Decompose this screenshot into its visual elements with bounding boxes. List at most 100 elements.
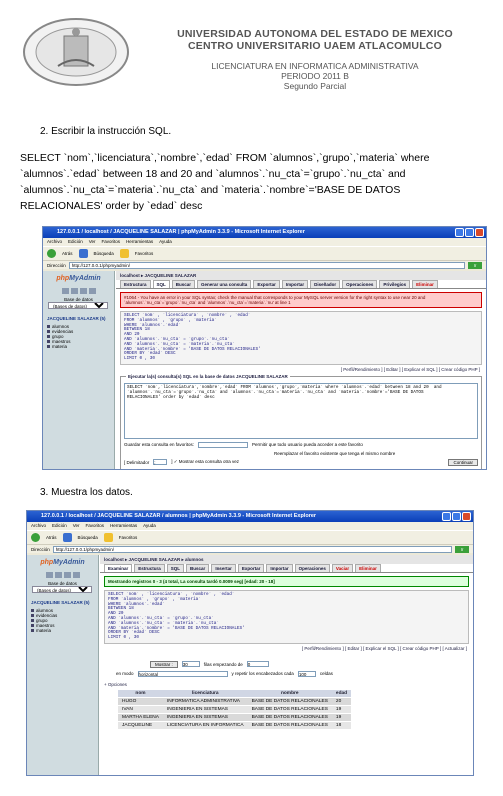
tab-privilegios[interactable]: Privilegios	[379, 280, 411, 288]
replace-checkbox[interactable]: Reemplazar el favorito existente que ten…	[274, 451, 395, 456]
back-icon[interactable]	[31, 533, 40, 542]
repeat-input[interactable]: 100	[297, 670, 316, 677]
mode-select[interactable]: horizontal	[137, 670, 228, 677]
window-title-bar: 127.0.0.1 / localhost / JACQUELINE SALAZ…	[43, 227, 486, 238]
home-icon[interactable]	[45, 572, 53, 578]
go-button[interactable]: Ir	[468, 261, 482, 269]
university-seal-logo	[23, 18, 129, 86]
column-header[interactable]: nombre	[247, 689, 332, 698]
tab-vaciar[interactable]: Vaciar	[331, 564, 354, 572]
tab-sql[interactable]: SQL	[152, 280, 170, 288]
search-icon[interactable]	[62, 533, 72, 542]
table-item[interactable]: materia	[31, 628, 98, 633]
menu-archivo[interactable]: Archivo	[31, 522, 46, 530]
tab-exportar[interactable]: Exportar	[237, 564, 265, 572]
search-icon[interactable]	[78, 249, 88, 258]
home-icon[interactable]	[61, 288, 69, 294]
cell: BASE DE DATOS RELACIONALES	[247, 696, 332, 706]
close-icon[interactable]	[462, 512, 471, 521]
menu-ayuda[interactable]: Ayuda	[159, 238, 172, 246]
favorites-icon[interactable]	[103, 533, 113, 542]
sql-textarea[interactable]: SELECT `nom`,`licenciatura`,`nombre`,`ed…	[124, 382, 478, 439]
tab-sql[interactable]: SQL	[166, 564, 185, 572]
column-header[interactable]: nom	[118, 689, 163, 698]
show-button[interactable]: Mostrar :	[150, 660, 178, 668]
allow-all-checkbox[interactable]: Permitir que todo usuario pueda acceder …	[252, 442, 363, 447]
favorites-label[interactable]: Favoritos	[119, 531, 138, 545]
favorites-icon[interactable]	[119, 249, 129, 258]
menu-herramientas[interactable]: Herramientas	[110, 522, 137, 530]
go-button[interactable]: Ir	[455, 545, 469, 553]
table-list: alumnos evidencias grupo maestros materi…	[47, 324, 114, 349]
delimiter-input[interactable]: ;	[153, 459, 168, 466]
menu-ver[interactable]: Ver	[89, 238, 96, 246]
bookmark-input[interactable]	[198, 441, 249, 448]
address-input[interactable]: http://127.0.0.1/phpmyadmin/	[52, 545, 452, 553]
breadcrumb[interactable]: localhost ▸ JACQUELINE SALAZAR	[116, 271, 486, 280]
tab-generar-consulta[interactable]: Generar una consulta	[197, 280, 252, 288]
tab-buscar[interactable]: Buscar	[186, 564, 210, 572]
tab-eliminar[interactable]: Eliminar	[355, 564, 381, 572]
maximize-icon[interactable]	[452, 512, 461, 521]
from-input[interactable]: 0	[246, 661, 269, 668]
menu-archivo[interactable]: Archivo	[47, 238, 62, 246]
tab-importar[interactable]: Importar	[266, 564, 293, 572]
tab-disenador[interactable]: Diseñador	[310, 280, 341, 288]
tab-buscar[interactable]: Buscar	[171, 280, 196, 288]
options-link[interactable]: + Opciones	[104, 682, 473, 687]
menu-favoritos[interactable]: Favoritos	[102, 238, 121, 246]
back-icon[interactable]	[47, 249, 56, 258]
menu-edicion[interactable]: Edición	[52, 522, 67, 530]
show-rows-row: Mostrar : 30 filas empezando de 0	[150, 660, 473, 668]
docs-icon[interactable]	[72, 572, 80, 578]
sql-icon[interactable]	[70, 288, 78, 294]
menu-herramientas[interactable]: Herramientas	[126, 238, 153, 246]
mode-label: en modo	[116, 671, 134, 677]
tab-estructura[interactable]: Estructura	[134, 564, 165, 572]
help-icon[interactable]	[79, 288, 87, 294]
address-input[interactable]: http://127.0.0.1/phpmyadmin/	[68, 261, 465, 269]
db-select[interactable]: (Bases de datos)	[48, 302, 108, 309]
cell: 20	[331, 696, 352, 706]
breadcrumb[interactable]: localhost ▸ JACQUELINE SALAZAR ▸ alumnos	[100, 555, 473, 564]
minimize-icon[interactable]	[455, 228, 464, 237]
tab-insertar[interactable]: Insertar	[211, 564, 236, 572]
maximize-icon[interactable]	[465, 228, 474, 237]
db-name[interactable]: JACQUELINE SALAZAR (5)	[47, 316, 114, 321]
menu-ayuda[interactable]: Ayuda	[143, 522, 156, 530]
query-links[interactable]: [ Perfil/Rendimiento ] [ Editar ] [ Expl…	[100, 646, 473, 651]
cell: IVAN	[118, 704, 163, 714]
tab-importar[interactable]: Importar	[281, 280, 309, 288]
show-count-input[interactable]: 30	[181, 661, 200, 668]
column-header[interactable]: licenciatura	[162, 689, 248, 698]
close-icon[interactable]	[475, 228, 484, 237]
minimize-icon[interactable]	[442, 512, 451, 521]
search-label[interactable]: Búsqueda	[78, 531, 98, 545]
menu-edicion[interactable]: Edición	[68, 238, 83, 246]
db-select[interactable]: (Bases de datos)	[32, 586, 92, 593]
query-links[interactable]: [ Perfil/Rendimiento ] [ Editar ] [ Expl…	[116, 367, 486, 372]
tab-operaciones[interactable]: Operaciones	[342, 280, 378, 288]
table-item[interactable]: materia	[47, 344, 114, 349]
back-label[interactable]: Atrás	[62, 247, 73, 261]
sql-icon[interactable]	[54, 572, 62, 578]
tab-exportar[interactable]: Exportar	[253, 280, 280, 288]
tab-examinar[interactable]: Examinar	[104, 564, 133, 572]
menu-favoritos[interactable]: Favoritos	[86, 522, 105, 530]
window-title-bar: 127.0.0.1 / localhost / JACQUELINE SALAZ…	[27, 511, 473, 522]
window-title: 127.0.0.1 / localhost / JACQUELINE SALAZ…	[41, 513, 317, 519]
back-label[interactable]: Atrás	[46, 531, 57, 545]
tab-estructura[interactable]: Estructura	[120, 280, 151, 288]
continue-button[interactable]: Continuar	[448, 458, 478, 466]
show-again-checkbox[interactable]: ] ✓ Mostrar esta consulta otra vez	[171, 459, 239, 465]
cell: 19	[331, 712, 352, 722]
tab-operaciones[interactable]: Operaciones	[294, 564, 330, 572]
db-name[interactable]: JACQUELINE SALAZAR (5)	[31, 600, 98, 605]
search-label[interactable]: Búsqueda	[94, 247, 114, 261]
tab-eliminar[interactable]: Eliminar	[412, 280, 438, 288]
help-icon[interactable]	[63, 572, 71, 578]
column-header[interactable]: edad	[331, 689, 352, 698]
favorites-label[interactable]: Favoritos	[135, 247, 154, 261]
menu-ver[interactable]: Ver	[73, 522, 80, 530]
docs-icon[interactable]	[88, 288, 96, 294]
